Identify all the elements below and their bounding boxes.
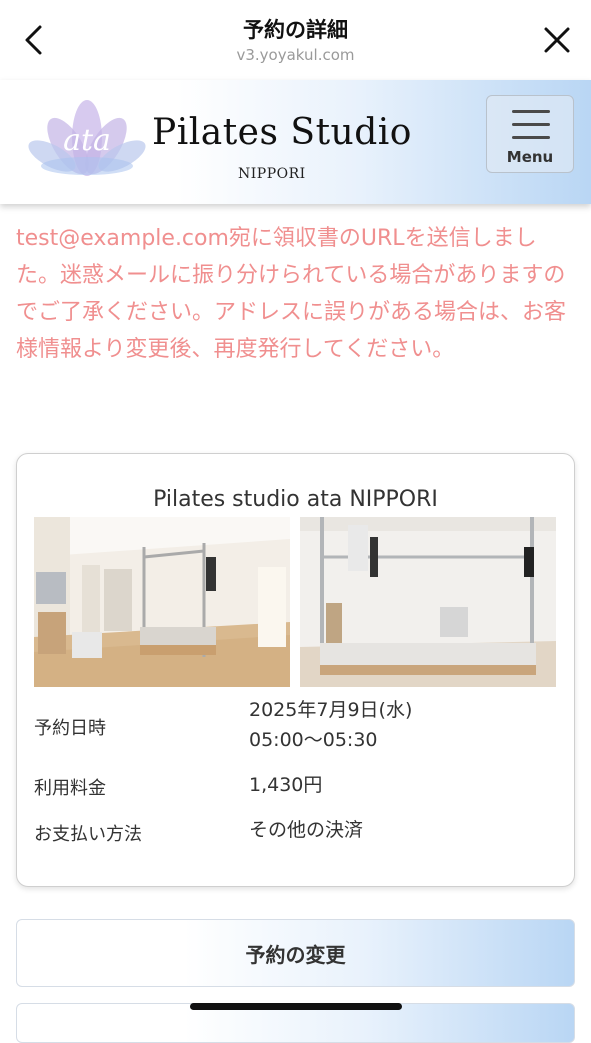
lotus-logo-icon: ata bbox=[28, 100, 146, 176]
studio-logo[interactable]: ata Pilates Studio NIPPORI bbox=[28, 94, 411, 190]
studio-room-photo bbox=[34, 517, 290, 687]
change-reservation-button[interactable]: 予約の変更 bbox=[16, 919, 575, 987]
sheet-header: 予約の詳細 v3.yoyakul.com bbox=[0, 0, 591, 80]
menu-label: Menu bbox=[506, 148, 554, 166]
menu-button[interactable]: Menu bbox=[486, 95, 574, 173]
reservation-time-value: 05:00〜05:30 bbox=[249, 729, 378, 751]
hamburger-icon-bar bbox=[512, 123, 550, 126]
close-button[interactable] bbox=[537, 20, 577, 60]
studio-name: Pilates studio ata NIPPORI bbox=[153, 487, 438, 512]
receipt-notice: test@example.com宛に領収書のURLを送信しました。迷惑メールに振… bbox=[16, 226, 567, 362]
home-indicator bbox=[190, 1003, 402, 1010]
reservation-datetime-label: 予約日時 bbox=[34, 718, 106, 739]
logo-mark-text: ata bbox=[63, 123, 111, 158]
logo-text: Pilates Studio bbox=[152, 112, 412, 153]
fee-label: 利用料金 bbox=[34, 778, 106, 799]
payment-method-value: その他の決済 bbox=[249, 819, 364, 841]
page-url: v3.yoyakul.com bbox=[236, 46, 355, 64]
hamburger-icon bbox=[512, 110, 550, 113]
page-title: 予約の詳細 bbox=[243, 18, 348, 42]
close-icon bbox=[544, 27, 570, 53]
site-banner: ata Pilates Studio NIPPORI Menu bbox=[0, 80, 591, 204]
reservation-card: Pilates studio ata NIPPORI 予約日時 2025年7月9… bbox=[16, 453, 575, 887]
reformer-machine-photo bbox=[300, 517, 556, 687]
fee-value: 1,430円 bbox=[249, 774, 323, 796]
hamburger-icon-bar bbox=[512, 136, 550, 139]
reservation-date-value: 2025年7月9日(水) bbox=[249, 699, 413, 721]
logo-subtext: NIPPORI bbox=[238, 166, 306, 182]
payment-method-label: お支払い方法 bbox=[34, 824, 142, 845]
